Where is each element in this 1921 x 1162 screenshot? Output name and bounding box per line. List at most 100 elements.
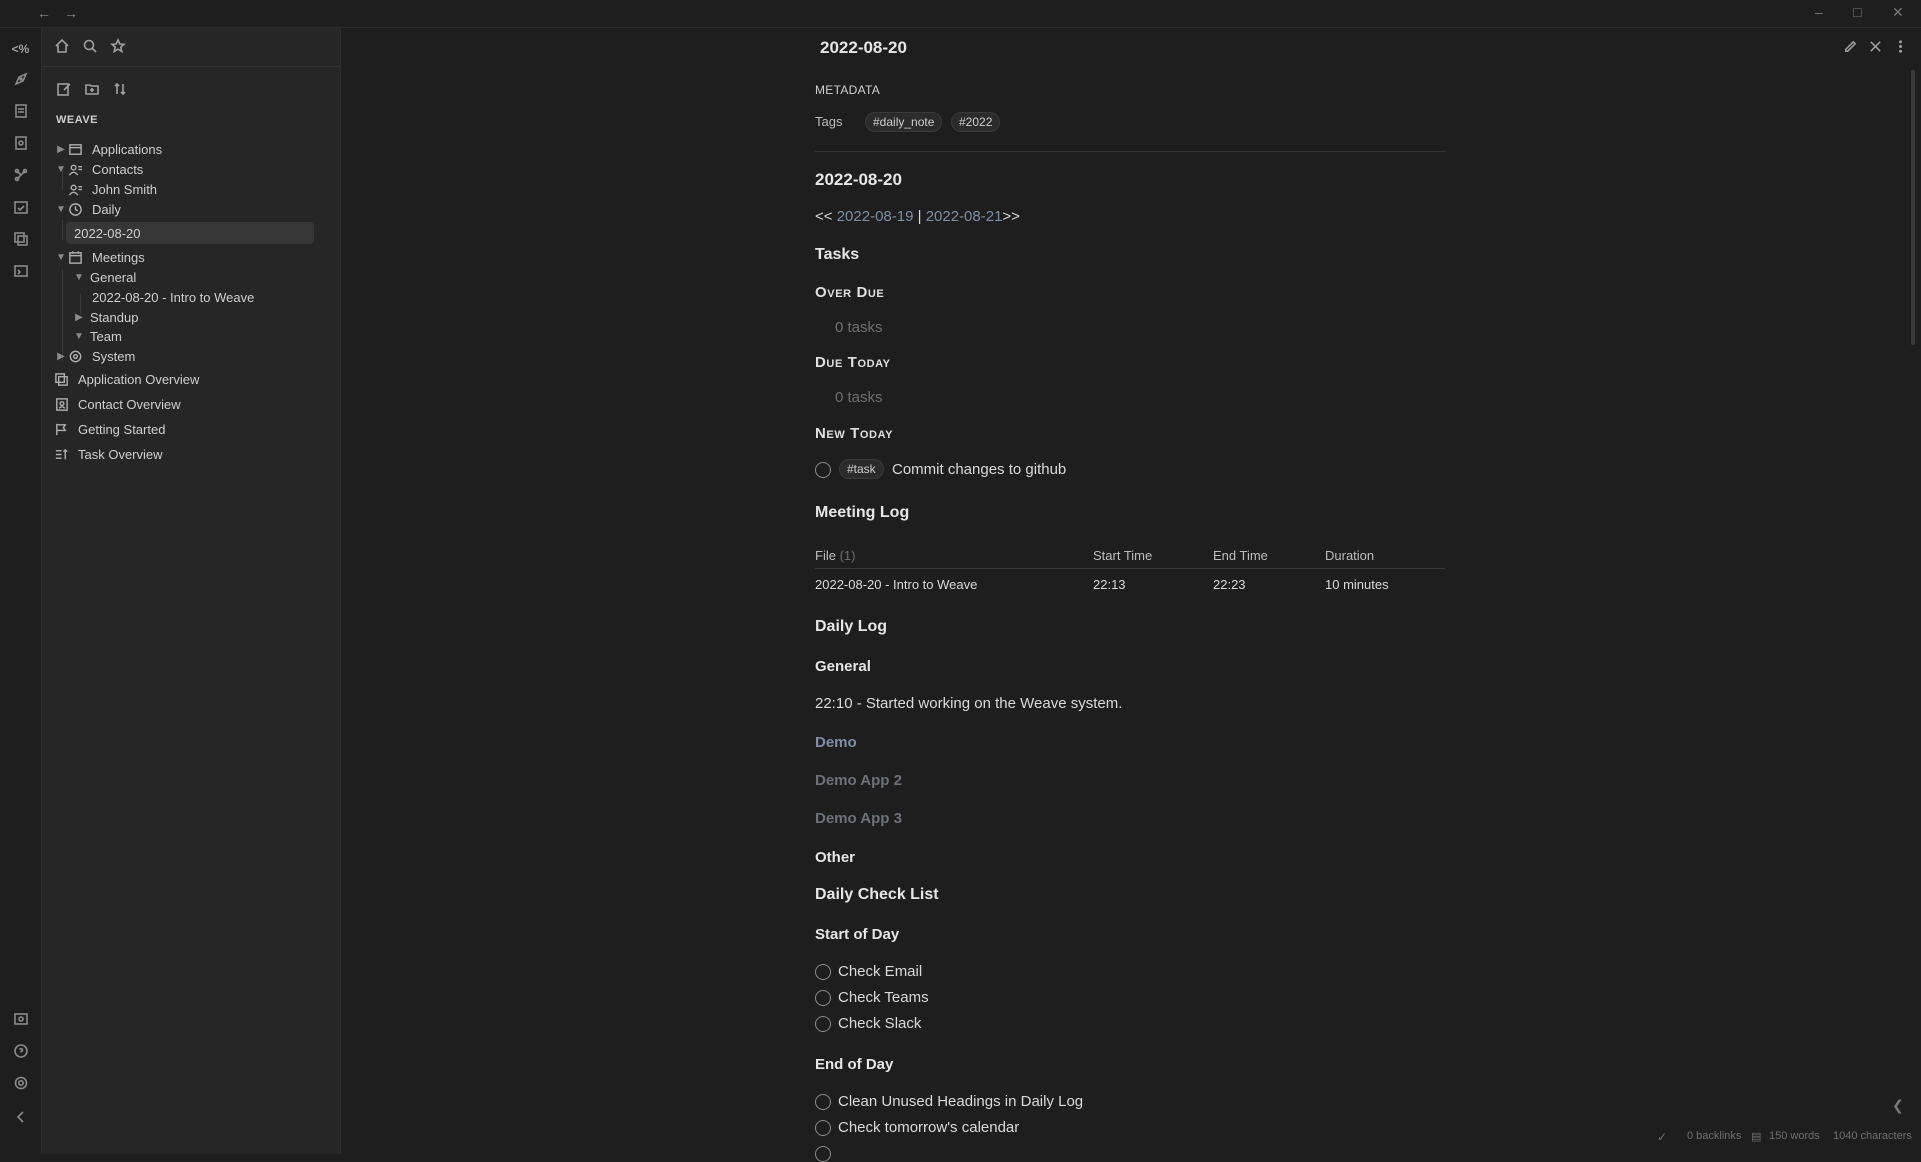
file-contact-overview[interactable]: Contact Overview — [54, 393, 181, 415]
checklist-item: Check tomorrow's calendar — [838, 1119, 1020, 1136]
calendar-check-icon[interactable] — [10, 196, 31, 217]
search-icon[interactable] — [82, 38, 100, 56]
next-day-link[interactable]: 2022-08-21 — [926, 208, 1003, 225]
copy-icon[interactable] — [10, 228, 31, 249]
checklist-checkbox[interactable] — [815, 1120, 831, 1136]
tree-label: Meetings — [92, 249, 145, 265]
checklist-checkbox[interactable] — [815, 1016, 831, 1032]
flag-icon — [54, 421, 72, 437]
chevron-down-icon: ▼ — [56, 203, 66, 215]
close-window-button[interactable]: ✕ — [1892, 4, 1904, 21]
maximize-button[interactable]: □ — [1853, 4, 1861, 20]
tasks-heading: Tasks — [815, 246, 860, 263]
prev-day-link[interactable]: 2022-08-19 — [837, 208, 914, 225]
tree-label: 2022-08-20 - Intro to Weave — [92, 289, 255, 305]
chevron-down-icon: ▼ — [56, 251, 66, 263]
checklist-checkbox[interactable] — [815, 964, 831, 980]
document-list-icon[interactable] — [10, 100, 31, 121]
chevron-down-icon: ▼ — [74, 330, 84, 342]
star-icon[interactable] — [110, 38, 128, 56]
col-duration[interactable]: Duration — [1325, 548, 1374, 563]
ribbon: <% — [0, 28, 42, 1154]
tree-label: Applications — [92, 141, 163, 157]
vault-switcher-icon[interactable] — [10, 1008, 31, 1029]
file-daily-2022-08-20[interactable]: 2022-08-20 — [66, 222, 314, 244]
chevron-down-icon: ▼ — [74, 271, 84, 283]
folder-contacts[interactable]: ▼ Contacts — [54, 158, 143, 180]
meeting-file-link[interactable]: 2022-08-20 - Intro to Weave — [815, 577, 977, 592]
log-entry: 22:10 - Started working on the Weave sys… — [815, 695, 1123, 712]
note-title[interactable]: 2022-08-20 — [820, 38, 907, 58]
checklist-checkbox[interactable] — [815, 990, 831, 1006]
metadata-heading: METADATA — [815, 83, 881, 97]
checklist-checkbox[interactable] — [815, 1094, 831, 1110]
reading-book-icon: ▤ — [1751, 1131, 1762, 1143]
gear-icon — [68, 348, 86, 364]
sidebar-tab-bar — [42, 28, 340, 67]
tree-label: John Smith — [92, 181, 158, 197]
checklist-checkbox[interactable] — [815, 1146, 831, 1162]
new-today-heading: New Today — [815, 425, 894, 442]
folder-system[interactable]: ▶ System — [54, 345, 135, 367]
copy-icon — [54, 371, 72, 387]
chevron-down-icon: ▼ — [56, 163, 66, 175]
tag-pill[interactable]: #daily_note — [865, 112, 943, 132]
file-john-smith[interactable]: John Smith — [68, 178, 157, 200]
col-file-label: File — [815, 548, 836, 563]
more-options-icon[interactable] — [1893, 39, 1911, 57]
file-intro-to-weave[interactable]: 2022-08-20 - Intro to Weave — [92, 286, 254, 308]
new-note-icon[interactable] — [56, 81, 74, 99]
demo-app-3-heading: Demo App 3 — [815, 810, 902, 827]
tree-label: Contacts — [92, 161, 144, 177]
scrollbar[interactable] — [1911, 70, 1915, 345]
collapse-sidebar-icon[interactable] — [10, 1106, 31, 1127]
folder-general[interactable]: ▼ General — [72, 266, 136, 288]
col-start-time[interactable]: Start Time — [1093, 548, 1152, 563]
col-file[interactable]: File (1) — [815, 548, 855, 563]
collapse-right-sidebar-icon[interactable]: ❮ — [1892, 1097, 1904, 1114]
file-task-overview[interactable]: Task Overview — [54, 443, 163, 465]
tags-label: Tags — [815, 114, 843, 129]
calendar-icon — [68, 249, 86, 265]
close-tab-icon[interactable] — [1868, 39, 1886, 57]
forward-arrow-icon[interactable]: → — [64, 5, 78, 21]
graph-icon[interactable] — [10, 164, 31, 185]
col-end-time[interactable]: End Time — [1213, 548, 1268, 563]
folder-team[interactable]: ▼ Team — [72, 325, 122, 347]
word-count: 150 words — [1769, 1130, 1820, 1142]
folder-daily[interactable]: ▼ Daily — [54, 198, 121, 220]
meeting-start: 22:13 — [1093, 577, 1126, 592]
home-icon[interactable] — [54, 38, 72, 56]
tag-pill[interactable]: #2022 — [951, 112, 1001, 132]
demo-heading: Demo — [815, 734, 857, 751]
file-search-icon[interactable] — [10, 132, 31, 153]
tree-label: Team — [90, 328, 122, 344]
task-checkbox[interactable] — [815, 462, 831, 478]
chevron-right-icon: ▶ — [57, 143, 65, 155]
settings-gear-icon[interactable] — [10, 1072, 31, 1093]
back-arrow-icon[interactable]: ← — [37, 5, 51, 21]
overdue-heading: Over Due — [815, 284, 885, 301]
task-tag-pill[interactable]: #task — [839, 459, 884, 479]
character-count: 1040 characters — [1833, 1130, 1912, 1142]
file-application-overview[interactable]: Application Overview — [54, 368, 199, 390]
users-icon — [68, 161, 86, 177]
minimize-button[interactable]: – — [1815, 4, 1823, 20]
file-getting-started[interactable]: Getting Started — [54, 418, 165, 440]
meeting-log-heading: Meeting Log — [815, 504, 910, 521]
folder-meetings[interactable]: ▼ Meetings — [54, 246, 145, 268]
contact-icon — [68, 181, 86, 197]
nav-separator: | — [917, 208, 922, 225]
pen-tool-icon[interactable] — [10, 68, 31, 89]
terminal-icon[interactable] — [10, 260, 31, 281]
help-icon[interactable] — [10, 1040, 31, 1061]
sort-icon[interactable] — [112, 81, 130, 99]
backlinks-count[interactable]: 0 backlinks — [1687, 1130, 1741, 1142]
checklist-item: Check Teams — [838, 989, 929, 1006]
templater-icon[interactable]: <% — [10, 38, 31, 59]
daily-log-heading: Daily Log — [815, 618, 888, 635]
edit-pencil-icon[interactable] — [1843, 39, 1861, 57]
tree-label: Getting Started — [78, 421, 166, 437]
new-folder-icon[interactable] — [84, 81, 102, 99]
folder-applications[interactable]: ▶ Applications — [54, 138, 162, 160]
